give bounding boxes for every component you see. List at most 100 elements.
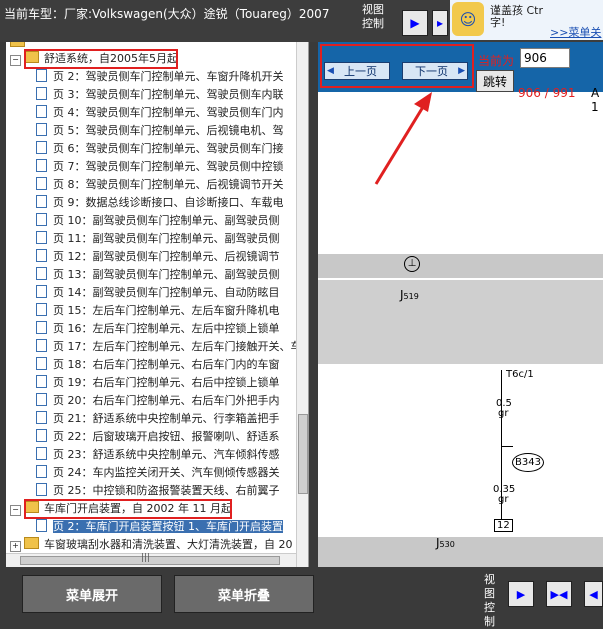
tree-page-item[interactable]: 页 20：右后车门控制单元、右后车门外把手内 — [6, 392, 296, 410]
fit-width-icon: ▶◀ — [550, 587, 568, 601]
tree-page-item[interactable]: 页 16：左后车门控制单元、左后中控锁上锁单 — [6, 320, 296, 338]
tree-page-item[interactable]: 页 11：副驾驶员侧车门控制单元、副驾驶员侧 — [6, 230, 296, 248]
scroll-thumb[interactable]: ||| — [20, 553, 280, 565]
pin-label: 12 — [494, 519, 513, 532]
folder-icon — [10, 42, 25, 47]
mechanic-logo-icon: ☺ — [452, 2, 484, 36]
tree-horizontal-scrollbar[interactable]: ||| — [6, 553, 296, 567]
tree-page-selected[interactable]: 页 2：车库门开启装置按钮 1、车库门开启装置 — [6, 518, 296, 536]
tree-page-item[interactable]: 页 12：副驾驶员侧车门控制单元、后视镜调节 — [6, 248, 296, 266]
page-label: 页 8：驾驶员侧车门控制单元、后视镜调节开关 — [53, 178, 284, 191]
chapter-tree: − 舒适系统，自2005年5月起 页 2：驾驶员侧车门控制单元、车窗升降机开关页 … — [6, 42, 309, 567]
page-icon — [36, 465, 47, 478]
page-label: 页 15：左后车门控制单元、左后车窗升降机电 — [53, 304, 280, 317]
tree-page-item[interactable]: 页 22：后窗玻璃开启按钮、报警喇叭、舒适系 — [6, 428, 296, 446]
scroll-thumb[interactable] — [298, 414, 308, 494]
diagram-band-top — [318, 254, 603, 278]
tree-page-item[interactable]: 页 3：驾驶员侧车门控制单元、驾驶员侧车内联 — [6, 86, 296, 104]
page-icon — [36, 483, 47, 496]
fit-width-button[interactable]: ▶◀ — [546, 581, 572, 607]
folder-label: 车库门开启装置，自 2002 年 11 月起 — [44, 502, 232, 515]
page-icon — [36, 213, 47, 226]
tree-folder-wipers[interactable]: + 车窗玻璃刮水器和清洗装置、大灯清洗装置，自 20 — [6, 536, 296, 554]
grip-marks: ||| — [141, 553, 151, 563]
page-label: 页 2：车库门开启装置按钮 1、车库门开启装置 — [53, 520, 283, 533]
tree-page-item[interactable]: 页 4：驾驶员侧车门控制单元、驾驶员侧车门内 — [6, 104, 296, 122]
tree-page-item[interactable]: 页 8：驾驶员侧车门控制单元、后视镜调节开关 — [6, 176, 296, 194]
tree-page-item[interactable]: 页 13：副驾驶员侧车门控制单元、副驾驶员侧 — [6, 266, 296, 284]
page-label: 页 6：驾驶员侧车门控制单元、驾驶员侧车门接 — [53, 142, 284, 155]
view-control-label: 视图控制 — [484, 573, 495, 628]
tree-page-item[interactable]: 页 21：舒适系统中央控制单元、行李箱盖把手 — [6, 410, 296, 428]
diagram-band-j530 — [318, 537, 603, 567]
view-next-button[interactable]: ▶ — [508, 581, 534, 607]
page-label: 页 11：副驾驶员侧车门控制单元、副驾驶员侧 — [53, 232, 280, 245]
collapse-icon[interactable]: − — [10, 505, 21, 516]
view-control-label: 视图控制 — [362, 3, 384, 30]
tree-page-item[interactable]: 页 9：数据总线诊断接口、自诊断接口、车载电 — [6, 194, 296, 212]
collapse-icon[interactable]: − — [10, 55, 21, 66]
current-model-label: 当前车型：厂家:Volkswagen(大众）途锐（Touareg）2007 — [4, 7, 330, 21]
connector-label: T6c/1 — [506, 369, 534, 380]
page-icon — [36, 303, 47, 316]
collapse-menu-button[interactable]: 菜单折叠 — [174, 575, 314, 613]
expand-menu-button[interactable]: 菜单展开 — [22, 575, 162, 613]
tree-page-item[interactable]: 页 2：驾驶员侧车门控制单元、车窗升降机开关 — [6, 68, 296, 86]
page-icon — [36, 105, 47, 118]
page-label: 页 13：副驾驶员侧车门控制单元、副驾驶员侧 — [53, 268, 280, 281]
view-next-button[interactable]: ▶ — [402, 10, 428, 36]
page-icon — [36, 393, 47, 406]
tree-page-item[interactable]: 页 15：左后车门控制单元、左后车窗升降机电 — [6, 302, 296, 320]
page-icon — [36, 123, 47, 136]
top-bar: 当前车型：厂家:Volkswagen(大众）途锐（Touareg）2007 视图… — [0, 0, 603, 42]
tree-page-item[interactable]: 页 17：左后车门控制单元、左后车门接触开关、车 — [6, 338, 296, 356]
tree-page-item[interactable]: 页 23：舒适系统中央控制单元、汽车倾斜传感 — [6, 446, 296, 464]
tree-folder-comfort[interactable]: − 舒适系统，自2005年5月起 — [6, 50, 296, 68]
view-fit-button[interactable]: ▸ — [432, 10, 448, 36]
fit-page-button[interactable]: ◀ — [584, 581, 603, 607]
logo-text-line2: 字! — [490, 16, 506, 29]
page-label: 页 3：驾驶员侧车门控制单元、驾驶员侧车内联 — [53, 88, 284, 101]
tree-page-item[interactable]: 页 5：驾驶员侧车门控制单元、后视镜电机、驾 — [6, 122, 296, 140]
page-label: 页 22：后窗玻璃开启按钮、报警喇叭、舒适系 — [53, 430, 280, 443]
page-label: 页 14：副驾驶员侧车门控制单元、自动防眩目 — [53, 286, 280, 299]
tree-page-item[interactable]: 页 24：车内监控关闭开关、汽车侧倾传感器关 — [6, 464, 296, 482]
page-label: 页 24：车内监控关闭开关、汽车侧倾传感器关 — [53, 466, 280, 479]
tree-page-item[interactable]: 页 6：驾驶员侧车门控制单元、驾驶员侧车门接 — [6, 140, 296, 158]
diagram-band-j519 — [318, 280, 603, 364]
expand-icon[interactable]: + — [10, 541, 21, 552]
diagram-viewer: ◀上一页 下一页▶ 当前为 跳转 906 / 991 A 1 ⊥ J519 T6… — [318, 42, 603, 567]
logo-panel: ☺ 谨盖孩 Ctr 字! >>菜单关 — [450, 0, 603, 40]
page-label: 页 12：副驾驶员侧车门控制单元、后视镜调节 — [53, 250, 280, 263]
wire-branch — [501, 446, 513, 447]
tree-page-item[interactable]: 页 19：右后车门控制单元、右后中控锁上锁单 — [6, 374, 296, 392]
tree-page-item[interactable]: 页 18：右后车门控制单元、右后车门内的车窗 — [6, 356, 296, 374]
close-menu-link[interactable]: >>菜单关 — [550, 24, 601, 40]
page-icon — [36, 519, 47, 532]
arrow-annotation — [374, 92, 432, 185]
page-label: 页 10：副驾驶员侧车门控制单元、副驾驶员侧 — [53, 214, 280, 227]
play-icon: ▶ — [516, 587, 526, 601]
tree-page-item[interactable]: 页 10：副驾驶员侧车门控制单元、副驾驶员侧 — [6, 212, 296, 230]
b343-connector: B343 — [512, 453, 544, 472]
page-icon — [36, 195, 47, 208]
ground-symbol-icon: ⊥ — [404, 256, 420, 272]
page-label: 页 21：舒适系统中央控制单元、行李箱盖把手 — [53, 412, 280, 425]
page-icon — [36, 69, 47, 82]
folder-open-icon — [24, 51, 39, 63]
page-icon — [36, 141, 47, 154]
folder-icon — [24, 537, 39, 549]
page-icon — [36, 177, 47, 190]
page-icon — [36, 249, 47, 262]
tree-folder-garage-door[interactable]: − 车库门开启装置，自 2002 年 11 月起 — [6, 500, 296, 518]
folder-label: 舒适系统，自2005年5月起 — [44, 52, 178, 65]
tree-vertical-scrollbar[interactable] — [296, 42, 308, 567]
tree-page-item[interactable]: 页 14：副驾驶员侧车门控制单元、自动防眩目 — [6, 284, 296, 302]
page-icon — [36, 411, 47, 424]
fit-page-icon: ◀ — [589, 587, 598, 601]
page-label: 页 16：左后车门控制单元、左后中控锁上锁单 — [53, 322, 280, 335]
page-label: 页 7：驾驶员侧车门控制单元、驾驶员侧中控锁 — [53, 160, 284, 173]
tree-page-item[interactable]: 页 7：驾驶员侧车门控制单元、驾驶员侧中控锁 — [6, 158, 296, 176]
page-icon — [36, 267, 47, 280]
tree-page-item[interactable]: 页 25：中控锁和防盗报警装置天线、右前翼子 — [6, 482, 296, 500]
